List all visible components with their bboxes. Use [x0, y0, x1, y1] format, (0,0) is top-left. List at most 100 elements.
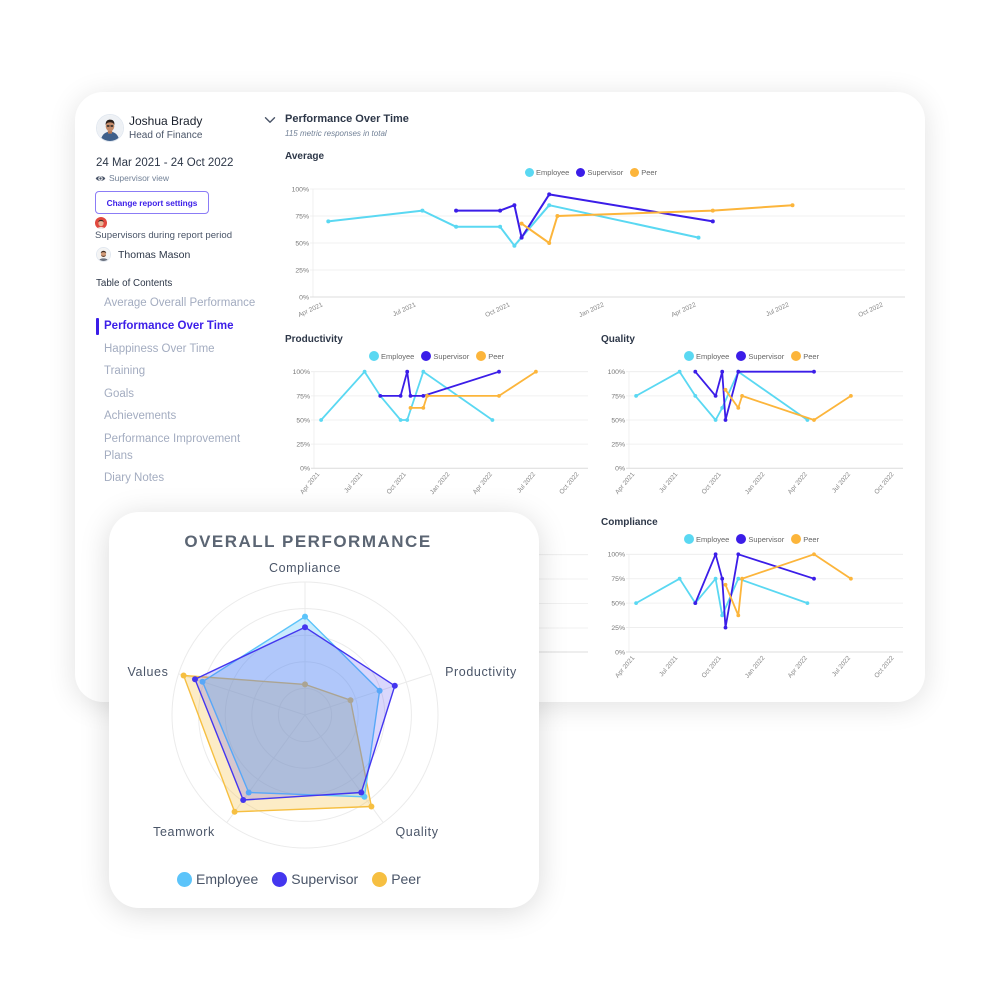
toc-item-performance-improvement-plans[interactable]: Performance Improvement Plans: [104, 431, 256, 464]
data-point-supervisor[interactable]: [723, 418, 728, 422]
legend-item-employee[interactable]: Employee: [525, 168, 569, 177]
toc-item-diary-notes[interactable]: Diary Notes: [104, 470, 256, 487]
data-point-peer[interactable]: [723, 387, 728, 392]
data-point-supervisor[interactable]: [713, 552, 718, 557]
data-point-peer[interactable]: [497, 394, 501, 398]
data-point-supervisor[interactable]: [398, 394, 403, 398]
data-point-employee[interactable]: [634, 394, 638, 398]
data-point-peer[interactable]: [849, 394, 853, 398]
legend-item-supervisor[interactable]: Supervisor: [272, 871, 358, 887]
radar-point-supervisor[interactable]: [302, 624, 308, 631]
data-point-employee[interactable]: [693, 394, 698, 398]
data-point-employee[interactable]: [490, 418, 495, 422]
data-point-employee[interactable]: [398, 418, 403, 422]
legend-item-supervisor[interactable]: Supervisor: [736, 351, 784, 361]
radar-point-supervisor[interactable]: [391, 682, 398, 689]
data-point-peer[interactable]: [736, 406, 741, 410]
data-point-supervisor[interactable]: [720, 369, 725, 374]
legend-item-peer[interactable]: Peer: [791, 534, 819, 544]
data-point-employee[interactable]: [677, 369, 682, 374]
data-point-supervisor[interactable]: [713, 394, 718, 398]
toc-item-performance-over-time[interactable]: Performance Over Time: [104, 318, 256, 335]
legend-item-peer[interactable]: Peer: [476, 351, 504, 361]
legend-item-employee[interactable]: Employee: [177, 871, 258, 887]
data-point-peer[interactable]: [812, 552, 816, 557]
data-point-employee[interactable]: [713, 418, 718, 422]
data-point-peer[interactable]: [740, 576, 744, 581]
data-point-peer[interactable]: [849, 576, 853, 581]
data-point-peer[interactable]: [723, 582, 728, 587]
toc-item-achievements[interactable]: Achievements: [104, 408, 256, 425]
radar-point-peer[interactable]: [180, 672, 187, 679]
toc-item-happiness-over-time[interactable]: Happiness Over Time: [104, 341, 256, 358]
radar-point-supervisor[interactable]: [240, 797, 247, 803]
data-point-supervisor[interactable]: [723, 625, 728, 630]
data-point-employee[interactable]: [547, 203, 552, 208]
current-user-avatar[interactable]: [95, 217, 107, 229]
data-point-supervisor[interactable]: [497, 369, 501, 374]
data-point-peer[interactable]: [534, 369, 538, 374]
data-point-supervisor[interactable]: [736, 369, 741, 374]
data-point-employee[interactable]: [405, 418, 410, 422]
change-report-settings-button[interactable]: Change report settings: [95, 191, 209, 214]
data-point-employee[interactable]: [362, 369, 367, 374]
toc-item-goals[interactable]: Goals: [104, 386, 256, 403]
legend-item-supervisor[interactable]: Supervisor: [736, 534, 784, 544]
radar-point-peer[interactable]: [231, 808, 238, 815]
data-point-peer[interactable]: [519, 221, 524, 226]
data-point-employee[interactable]: [805, 601, 810, 605]
data-point-supervisor[interactable]: [710, 219, 715, 224]
radar-point-peer[interactable]: [368, 803, 375, 810]
radar-point-employee[interactable]: [302, 613, 308, 620]
data-point-supervisor[interactable]: [812, 576, 816, 581]
data-point-employee[interactable]: [420, 208, 425, 213]
data-point-supervisor[interactable]: [812, 369, 816, 374]
data-point-supervisor[interactable]: [693, 369, 698, 374]
data-point-employee[interactable]: [736, 576, 741, 581]
data-point-peer[interactable]: [790, 203, 795, 208]
legend-item-supervisor[interactable]: Supervisor: [421, 351, 469, 361]
data-point-employee[interactable]: [634, 601, 638, 605]
data-point-peer[interactable]: [812, 418, 816, 422]
chevron-down-icon[interactable]: [264, 116, 276, 124]
data-point-peer[interactable]: [736, 613, 741, 618]
data-point-peer[interactable]: [740, 394, 744, 398]
radar-point-supervisor[interactable]: [358, 789, 365, 796]
data-point-employee[interactable]: [454, 224, 459, 229]
data-point-peer[interactable]: [555, 214, 560, 218]
data-point-supervisor[interactable]: [519, 235, 524, 240]
supervisor-name[interactable]: Thomas Mason: [118, 249, 190, 261]
data-point-peer[interactable]: [408, 406, 413, 410]
data-point-supervisor[interactable]: [736, 552, 741, 557]
legend-item-supervisor[interactable]: Supervisor: [576, 168, 623, 177]
legend-item-peer[interactable]: Peer: [372, 871, 421, 887]
data-point-supervisor[interactable]: [498, 208, 503, 213]
data-point-employee[interactable]: [319, 418, 323, 422]
data-point-employee[interactable]: [677, 576, 682, 581]
radar-point-supervisor[interactable]: [192, 676, 198, 683]
data-point-employee[interactable]: [326, 219, 331, 224]
data-point-employee[interactable]: [512, 243, 517, 248]
data-point-peer[interactable]: [547, 241, 552, 245]
data-point-supervisor[interactable]: [405, 369, 410, 374]
legend-item-employee[interactable]: Employee: [684, 534, 729, 544]
data-point-supervisor[interactable]: [454, 208, 459, 213]
data-point-supervisor[interactable]: [720, 576, 725, 581]
data-point-employee[interactable]: [421, 369, 426, 374]
data-point-peer[interactable]: [421, 406, 426, 410]
data-point-supervisor[interactable]: [378, 394, 383, 398]
data-point-employee[interactable]: [713, 576, 718, 581]
data-point-supervisor[interactable]: [421, 394, 426, 398]
data-point-supervisor[interactable]: [512, 203, 517, 208]
data-point-supervisor[interactable]: [408, 394, 413, 398]
legend-item-peer[interactable]: Peer: [791, 351, 819, 361]
data-point-peer[interactable]: [710, 208, 715, 213]
legend-item-peer[interactable]: Peer: [630, 168, 657, 177]
data-point-employee[interactable]: [696, 235, 701, 240]
legend-item-employee[interactable]: Employee: [369, 351, 414, 361]
toc-item-average-overall-performance[interactable]: Average Overall Performance: [104, 295, 256, 312]
toc-item-training[interactable]: Training: [104, 363, 256, 380]
data-point-supervisor[interactable]: [547, 192, 552, 197]
data-point-peer[interactable]: [425, 394, 429, 398]
legend-item-employee[interactable]: Employee: [684, 351, 729, 361]
